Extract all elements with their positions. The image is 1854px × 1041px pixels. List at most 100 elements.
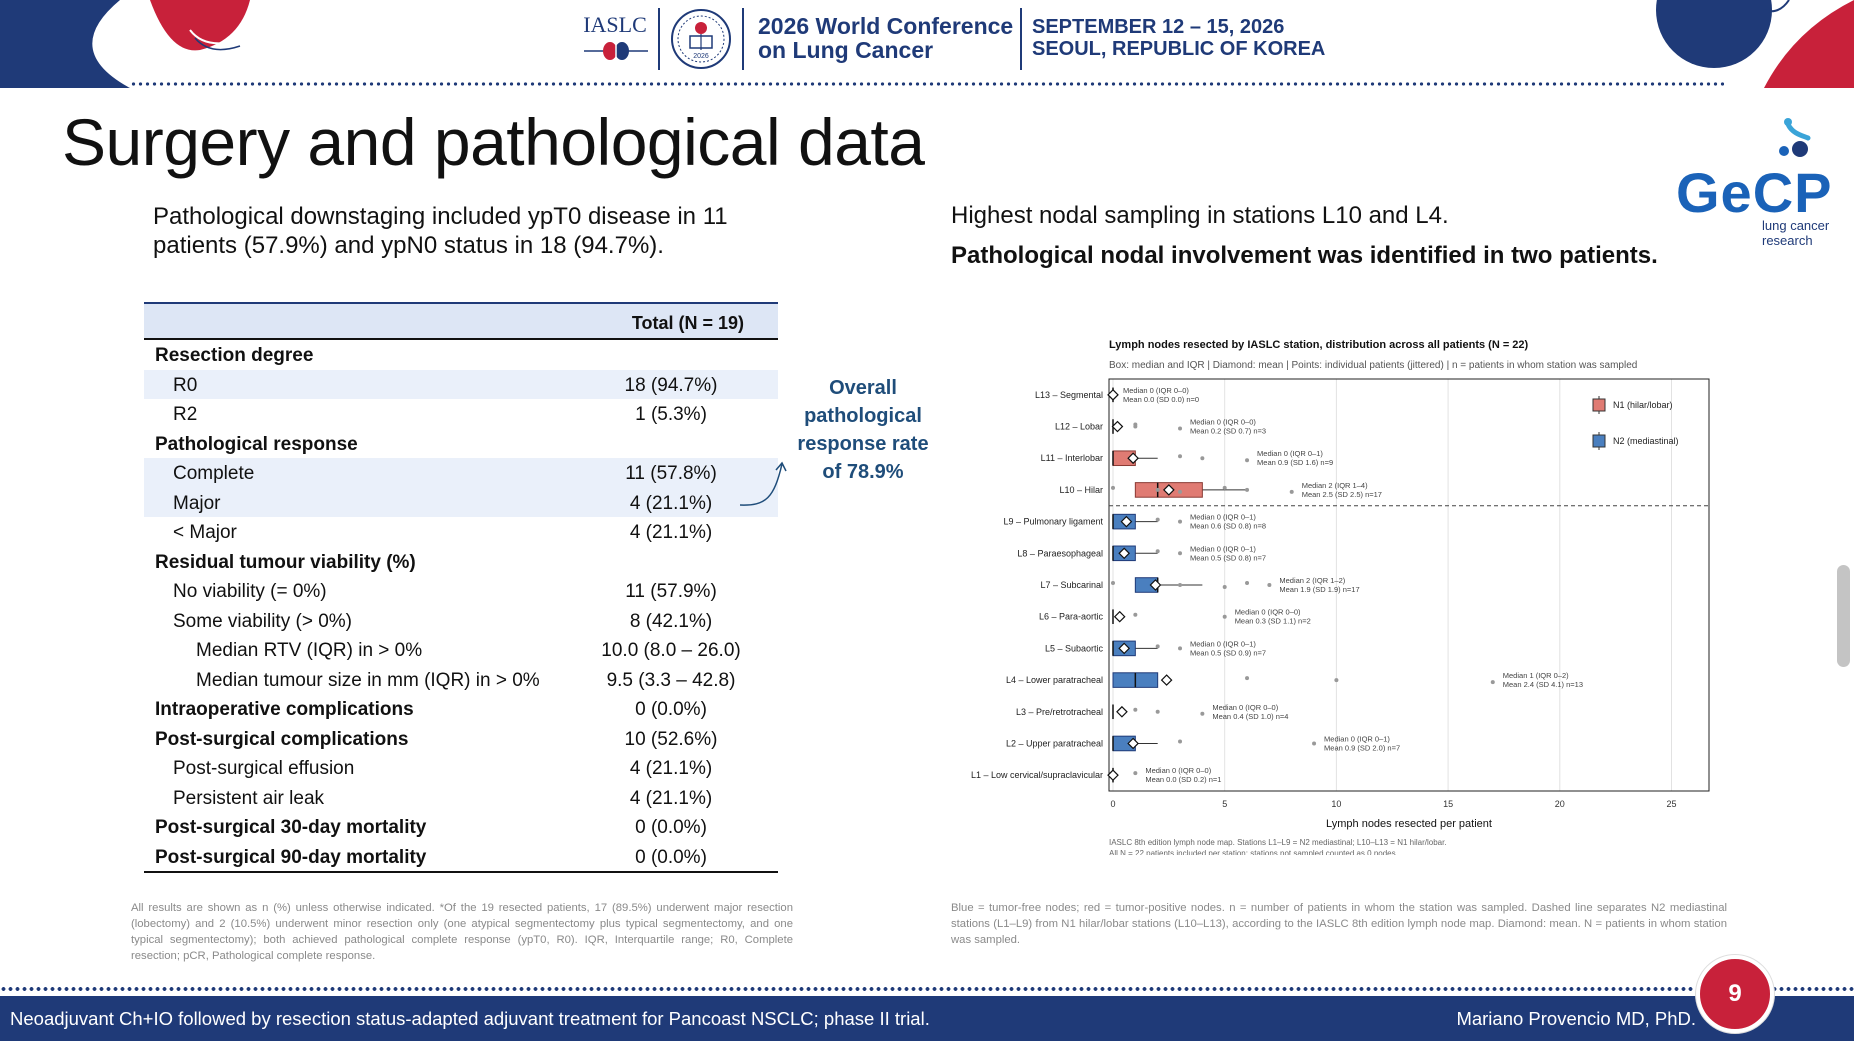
chart-data-label: Mean 1.9 (SD 1.9) n=17 [1279, 585, 1359, 594]
chart-y-tick-label: L8 – Paraesophageal [1017, 548, 1103, 558]
table-row-label: Post-surgical 30-day mortality [155, 817, 427, 838]
table-row-label: No viability (= 0%) [173, 581, 327, 602]
table-row-label: < Major [173, 522, 237, 543]
table-row: Some viability (> 0%) 8 (42.1%) [144, 606, 778, 636]
chart-x-axis-label: Lymph nodes resected per patient [1326, 818, 1492, 830]
table-row-value: 10.0 (8.0 – 26.0) [601, 640, 741, 661]
chart-x-tick-label: 10 [1331, 799, 1341, 809]
chart-y-tick-label: L11 – Interlobar [1041, 453, 1103, 463]
lead-text-right-bold: Pathological nodal involvement was ident… [951, 242, 1658, 269]
chart-data-label: Median 2 (IQR 1–4) [1302, 481, 1368, 490]
chart-y-tick-label: L13 – Segmental [1035, 390, 1103, 400]
chart-footnote-line: All N = 22 patients included per station… [1109, 849, 1398, 855]
chart-point [1133, 771, 1138, 776]
chart-point [1111, 581, 1115, 585]
table-row: Post-surgical complications 10 (52.6%) [144, 724, 778, 754]
table-row-value: 0 (0.0%) [635, 699, 707, 720]
chart-data-label: Median 0 (IQR 0–1) [1257, 449, 1323, 458]
chart-point [1245, 581, 1250, 585]
table-row: Intraoperative complications 0 (0.0%) [144, 694, 778, 724]
chart-data-label: Median 0 (IQR 0–0) [1190, 418, 1256, 427]
chart-data-label: Mean 0.3 (SD 1.1) n=2 [1235, 617, 1311, 626]
chart-point [1178, 739, 1183, 744]
chart-point [1133, 612, 1138, 617]
chart-y-tick-label: L10 – Hilar [1059, 485, 1103, 495]
chart-point [1178, 646, 1183, 651]
table-row-value: 9.5 (3.3 – 42.8) [606, 669, 736, 691]
chart-data-label: Median 1 (IQR 0–2) [1503, 671, 1569, 680]
chart-legend-label: N2 (mediastinal) [1613, 436, 1679, 446]
footer-author: Mariano Provencio MD, PhD. [1456, 1008, 1696, 1029]
chart-point [1490, 680, 1495, 685]
table-row-value: 18 (94.7%) [624, 374, 718, 396]
chart-x-tick-label: 20 [1555, 799, 1565, 809]
chart-data-label: Mean 0.0 (SD 0.2) n=1 [1145, 775, 1221, 784]
table-row-value: 8 (42.1%) [629, 610, 713, 632]
chart-station-group: L3 – Pre/retrotracheal Median 0 (IQR 0–0)… [1016, 703, 1288, 721]
chart-mean-diamond [1113, 610, 1126, 623]
table-row-value: 1 (5.3%) [635, 404, 707, 425]
chart-data-label: Mean 0.9 (SD 1.6) n=9 [1257, 458, 1333, 467]
chart-point [1200, 711, 1205, 716]
table-row-label: R2 [173, 404, 198, 425]
chart-point [1222, 585, 1227, 589]
table-row: No viability (= 0%) 11 (57.9%) [144, 576, 778, 606]
chart-data-label: Median 0 (IQR 0–0) [1235, 608, 1301, 617]
table-row-label: R0 [173, 374, 198, 396]
chart-point [1111, 485, 1115, 490]
chart-y-tick-label: L1 – Low cervical/supraclavicular [971, 770, 1103, 780]
annotation-arrow-icon [739, 461, 787, 506]
chart-station-group: L7 – Subcarinal Median 2 (IQR 1–2)Mean 1.… [1040, 576, 1359, 594]
table-row: Post-surgical 30-day mortality 0 (0.0%) [144, 812, 778, 842]
chart-station-group: L11 – Interlobar Median 0 (IQR 0–1)Mean 0… [1041, 449, 1334, 467]
chart-point [1133, 424, 1138, 429]
chart-data-label: Mean 0.4 (SD 1.0) n=4 [1212, 712, 1288, 721]
scrollbar[interactable] [1837, 565, 1850, 667]
table-row-label: Intraoperative complications [155, 699, 414, 720]
chart-station-group: L10 – Hilar Median 2 (IQR 1–4)Mean 2.5 (S… [1059, 481, 1382, 499]
page-number-badge: 9 [1696, 955, 1774, 1033]
header-dotted-line [130, 82, 1724, 86]
header-decoration-left [0, 0, 260, 88]
chart-point [1245, 458, 1250, 463]
table-row-value: 4 (21.1%) [629, 787, 713, 809]
chart-data-label: Median 0 (IQR 0–0) [1145, 766, 1211, 775]
lead-text-left: Pathological downstaging included ypT0 d… [153, 203, 728, 259]
chart-data-label: Mean 2.5 (SD 2.5) n=17 [1302, 490, 1382, 499]
lead-text-right: Highest nodal sampling in stations L10 a… [951, 202, 1449, 229]
chart-point [1155, 517, 1160, 522]
table-row: Resection degree [144, 340, 778, 370]
chart-station-group: L4 – Lower paratracheal Median 1 (IQR 0–2… [1006, 671, 1583, 689]
chart-point [1334, 678, 1339, 683]
gecp-logo-subtitle: lung cancer research [1762, 218, 1830, 248]
chart-data-label: Median 0 (IQR 0–1) [1190, 544, 1256, 553]
chart-station-group: L9 – Pulmonary ligament Median 0 (IQR 0–1… [1003, 513, 1266, 531]
table-row-label: Complete [173, 463, 255, 484]
chart-point [1222, 614, 1227, 619]
chart-data-label: Mean 0.9 (SD 2.0) n=7 [1324, 743, 1400, 752]
chart-mean-diamond [1160, 674, 1173, 686]
chart-point [1200, 456, 1205, 461]
iaslc-lung-icon [584, 40, 648, 62]
chart-point [1245, 487, 1250, 492]
chart-point [1178, 583, 1183, 587]
table-row-value: 4 (21.1%) [629, 492, 713, 514]
chart-data-label: Mean 0.5 (SD 0.9) n=7 [1190, 648, 1266, 657]
table-row-label: Post-surgical 90-day mortality [155, 846, 427, 868]
header-divider [658, 8, 660, 70]
table-row: Median tumour size in mm (IQR) in > 0% 9.… [144, 665, 778, 695]
seal-year: 2026 [693, 53, 709, 60]
table-row: R2 1 (5.3%) [144, 399, 778, 429]
lymph-node-chart: Lymph nodes resected by IASLC station, d… [971, 339, 1710, 855]
chart-data-label: Median 0 (IQR 0–1) [1324, 734, 1390, 743]
table-row: Complete 11 (57.8%) [144, 458, 778, 488]
footer-dotted-line [0, 986, 1854, 992]
chart-y-tick-label: L9 – Pulmonary ligament [1003, 517, 1103, 527]
chart-legend-label: N1 (hilar/lobar) [1613, 400, 1673, 410]
table-row-label: Resection degree [155, 345, 314, 366]
chart-data-label: Median 0 (IQR 0–0) [1123, 386, 1189, 395]
chart-point [1155, 549, 1160, 554]
table-row: Major 4 (21.1%) [144, 487, 778, 517]
table-row: Median RTV (IQR) in > 0% 10.0 (8.0 – 26.0… [144, 635, 778, 665]
table-row-value: 4 (21.1%) [629, 522, 713, 543]
